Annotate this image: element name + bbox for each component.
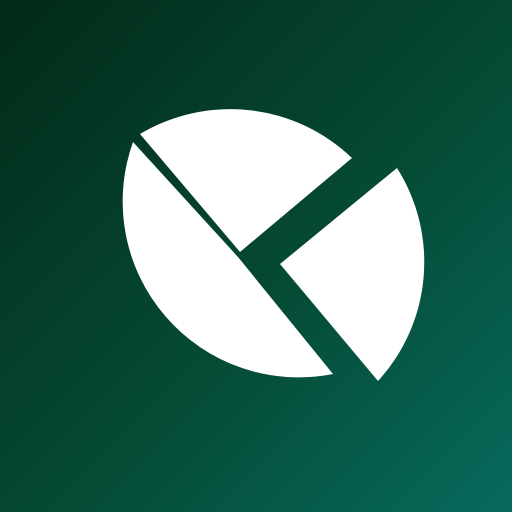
- app-icon: [0, 0, 512, 512]
- background: [0, 0, 512, 512]
- pie-chart-logo-icon: [0, 0, 512, 512]
